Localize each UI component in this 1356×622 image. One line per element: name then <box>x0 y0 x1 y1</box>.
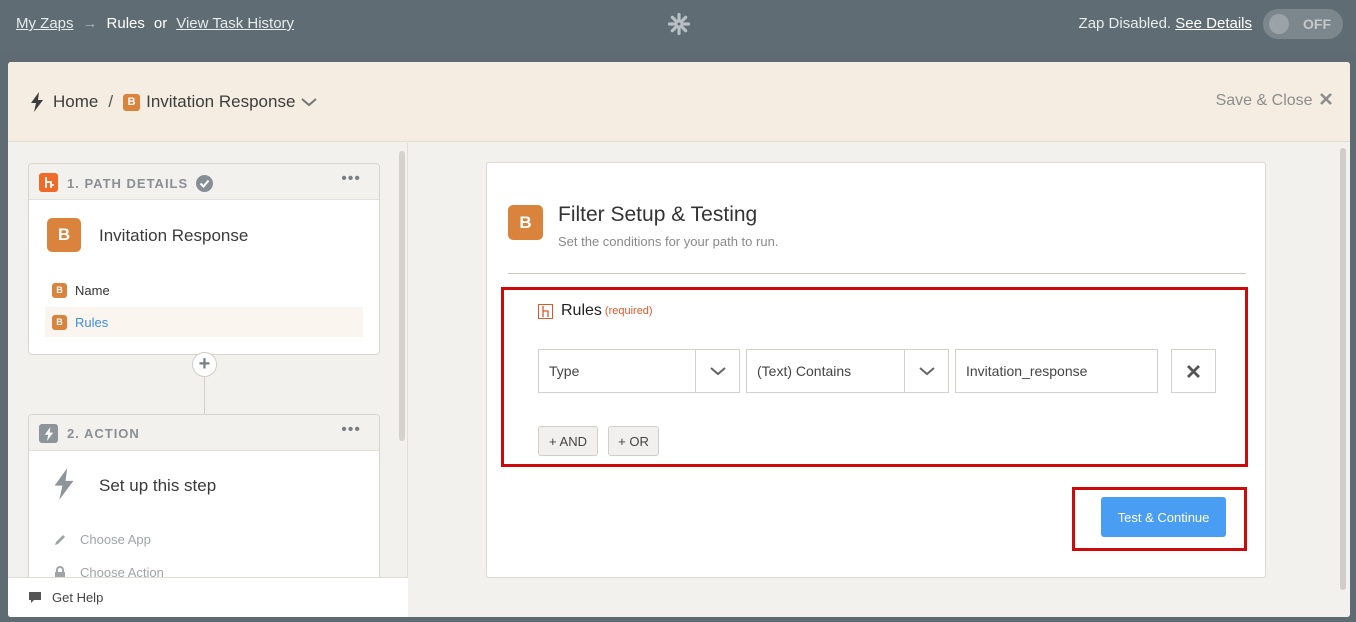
zap-on-off-toggle[interactable]: OFF <box>1263 9 1343 39</box>
item-b-badge: B <box>52 282 67 298</box>
breadcrumb-arrow: → <box>82 15 98 32</box>
sidebar-item-rules[interactable]: B Rules <box>45 307 363 337</box>
current-page-label: Rules <box>106 15 145 32</box>
step-name: Set up this step <box>99 476 217 495</box>
editor-header: Home / B Invitation Response Save & Clos… <box>8 62 1350 142</box>
close-icon <box>1187 364 1200 378</box>
rules-heading: Rules (required) <box>538 302 653 320</box>
sidebar-item-label: Name <box>75 282 110 298</box>
value-input-text: Invitation_response <box>966 363 1088 379</box>
save-close-button[interactable]: Save & Close <box>1216 92 1332 110</box>
get-help-label: Get Help <box>52 590 104 605</box>
step-menu-dots-icon[interactable]: ••• <box>341 421 361 439</box>
breadcrumb-separator: / <box>108 92 114 111</box>
bolt-icon <box>31 92 43 112</box>
main-content: B Filter Setup & Testing Set the conditi… <box>409 143 1350 617</box>
get-help-button[interactable]: Get Help <box>8 577 408 617</box>
task-history-link[interactable]: View Task History <box>176 15 294 32</box>
see-details-link[interactable]: See Details <box>1175 15 1252 32</box>
divider <box>508 273 1246 274</box>
my-zaps-link[interactable]: My Zaps <box>16 15 74 32</box>
field-select-value: Type <box>549 363 580 379</box>
test-continue-button[interactable]: Test & Continue <box>1101 497 1226 537</box>
or-text: or <box>153 15 168 32</box>
zapier-logo-icon[interactable] <box>667 12 691 36</box>
chevron-down-icon[interactable] <box>904 350 948 392</box>
pencil-icon <box>55 534 65 545</box>
close-icon <box>1320 93 1332 105</box>
path-badge-large: B <box>47 218 81 252</box>
add-step-button[interactable]: + <box>192 352 217 377</box>
required-label: (required) <box>604 305 653 317</box>
action-bolt-icon <box>47 467 81 501</box>
remove-rule-button[interactable] <box>1171 349 1216 393</box>
path-name[interactable]: Invitation Response <box>146 92 295 112</box>
editor-breadcrumb: Home / B Invitation Response <box>30 92 318 112</box>
zap-status: Zap Disabled. See Details <box>1079 15 1252 32</box>
field-select[interactable]: Type <box>538 349 740 393</box>
toggle-label: OFF <box>1303 16 1331 32</box>
path-b-badge: B <box>123 93 141 111</box>
value-input[interactable]: Invitation_response <box>955 349 1158 393</box>
path-badge-large: B <box>508 205 543 240</box>
step-title: 2. ACTION <box>67 426 140 441</box>
item-b-badge: B <box>52 314 67 330</box>
check-circle-icon <box>195 175 213 192</box>
steps-sidebar: 1. PATH DETAILS ••• B Invitation Respons… <box>8 143 408 617</box>
top-breadcrumb: My Zaps → Rules or View Task History <box>16 15 294 32</box>
sidebar-item-choose-app[interactable]: Choose App <box>53 532 151 547</box>
condition-select[interactable]: (Text) Contains <box>746 349 949 393</box>
sidebar-scrollbar[interactable] <box>399 151 405 441</box>
path-icon <box>39 173 58 192</box>
add-or-button[interactable]: + OR <box>608 426 659 456</box>
step-menu-dots-icon[interactable]: ••• <box>341 170 361 188</box>
page-subtitle: Set the conditions for your path to run. <box>558 234 779 249</box>
save-close-label: Save & Close <box>1215 92 1313 109</box>
home-link[interactable]: Home <box>53 92 98 112</box>
step-path-details-card[interactable]: 1. PATH DETAILS ••• B Invitation Respons… <box>28 163 380 355</box>
step-name: Invitation Response <box>99 226 249 245</box>
sidebar-item-label: Rules <box>75 314 109 330</box>
top-bar: My Zaps → Rules or View Task History Zap… <box>0 0 1356 50</box>
add-and-button[interactable]: + AND <box>538 426 598 456</box>
chat-bubble-icon <box>29 592 41 603</box>
bolt-icon <box>39 424 58 443</box>
rules-label: Rules <box>561 302 602 319</box>
editor-frame: Home / B Invitation Response Save & Clos… <box>8 62 1350 617</box>
zap-status-text: Zap Disabled. <box>1078 15 1172 32</box>
page-title: Filter Setup & Testing <box>558 203 758 226</box>
step-header: 1. PATH DETAILS ••• <box>29 164 379 200</box>
step-header: 2. ACTION ••• <box>29 415 379 451</box>
chevron-down-icon[interactable] <box>695 350 739 392</box>
toggle-knob <box>1269 14 1289 34</box>
main-scrollbar[interactable] <box>1340 148 1346 590</box>
path-icon <box>538 303 553 319</box>
filter-setup-card: B Filter Setup & Testing Set the conditi… <box>486 162 1266 578</box>
chevron-down-icon[interactable] <box>300 96 318 108</box>
sidebar-item-name[interactable]: B Name <box>45 275 363 305</box>
condition-select-value: (Text) Contains <box>757 363 852 379</box>
step-title: 1. PATH DETAILS <box>67 175 213 192</box>
